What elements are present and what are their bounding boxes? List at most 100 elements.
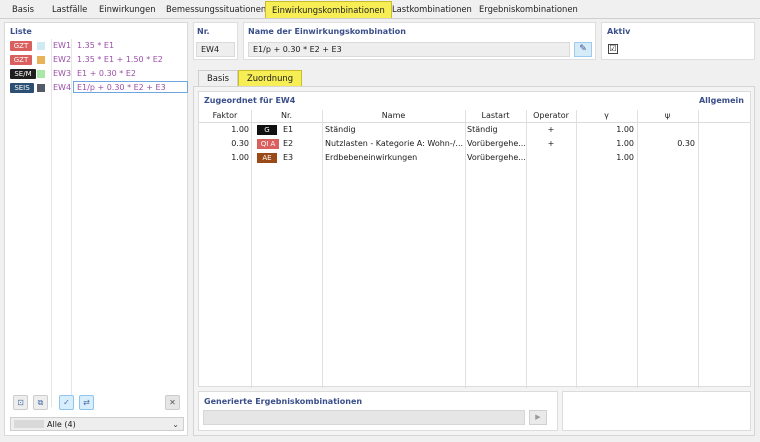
copy-item-icon: ⧉: [37, 398, 44, 407]
delete-button[interactable]: ✕: [165, 395, 180, 410]
list-divider: [51, 39, 52, 407]
name-cell: Ständig: [325, 125, 356, 134]
play-icon: ▶: [535, 413, 541, 421]
nr-box: Nr. EW4: [193, 22, 238, 60]
action-type-badge: G: [257, 125, 277, 135]
column-header-gamma: γ: [604, 111, 609, 120]
action-type-badge: QI A: [257, 139, 279, 149]
column-divider: [251, 110, 252, 388]
info-box: [562, 391, 751, 431]
psi-cell: [637, 124, 695, 136]
lastart-cell: Vorübergehe...: [467, 153, 525, 162]
list-item-ew3[interactable]: SE/M EW3 E1 + 0.30 * E2: [9, 68, 187, 80]
gamma-cell: 1.00: [616, 125, 634, 134]
list-item-expr: 1.35 * E1: [77, 41, 115, 50]
column-header-psi: ψ: [664, 111, 671, 120]
edit-icon: ✎: [579, 44, 587, 54]
aktiv-checkbox[interactable]: ☑: [608, 44, 618, 54]
column-header-operator: Operator: [533, 111, 569, 120]
tab-einwirkungskombinationen[interactable]: Einwirkungskombinationen: [265, 1, 392, 18]
column-header-name: Name: [381, 111, 406, 120]
generated-combinations-box: Generierte Ergebniskombinationen ▶: [198, 391, 558, 431]
tab-zuordnung[interactable]: Zuordnung: [238, 70, 303, 86]
factor-cell: 0.30: [231, 139, 249, 148]
assigned-title: Zugeordnet für EW4: [204, 96, 296, 105]
list-item-expr: E1/p + 0.30 * E2 + E3: [77, 83, 166, 92]
name-cell: Nutzlasten - Kategorie A: Wohn-/...: [325, 139, 463, 148]
list-item-code: EW4: [53, 83, 72, 92]
psi-cell: [637, 152, 695, 164]
nr-cell: E2: [283, 139, 294, 148]
filter-swatch: [14, 420, 44, 428]
generated-field[interactable]: [203, 410, 525, 425]
gzt-badge: GZT: [10, 41, 32, 51]
factor-cell: 1.00: [231, 153, 249, 162]
factor-cell: 1.00: [231, 125, 249, 134]
operator-cell: +: [547, 125, 555, 134]
list-item-expr: 1.35 * E1 + 1.50 * E2: [77, 55, 163, 64]
tab-lastkombinationen[interactable]: Lastkombinationen: [386, 1, 478, 18]
color-swatch: [37, 70, 45, 78]
gamma-cell: 1.00: [616, 153, 634, 162]
assignment-panel: Zugeordnet für EW4 Allgemein Faktor Nr. …: [193, 86, 755, 436]
name-cell: Erdbebeneinwirkungen: [325, 153, 418, 162]
tab-basis-inner[interactable]: Basis: [198, 70, 238, 86]
column-divider: [322, 110, 323, 388]
gamma-cell: 1.00: [616, 139, 634, 148]
filter-label: Alle (4): [47, 420, 76, 429]
tab-einwirkungen[interactable]: Einwirkungen: [93, 1, 162, 18]
list-item-ew4[interactable]: SEIS EW4 E1/p + 0.30 * E2 + E3: [9, 81, 188, 94]
tab-ergebniskombinationen[interactable]: Ergebniskombinationen: [473, 1, 584, 18]
copy-item-button[interactable]: ⧉: [33, 395, 48, 410]
operator-cell: [526, 152, 576, 164]
action-type-badge: AE: [257, 153, 277, 163]
lastart-cell: Vorübergehe...: [467, 139, 525, 148]
lastart-cell: Ständig: [467, 125, 498, 134]
generate-button[interactable]: ▶: [529, 410, 547, 425]
tab-lastfaelle[interactable]: Lastfälle: [46, 1, 93, 18]
column-header-lastart: Lastart: [481, 111, 510, 120]
delete-icon: ✕: [169, 398, 176, 407]
nr-cell: E3: [283, 153, 294, 162]
general-link[interactable]: Allgemein: [699, 96, 744, 105]
nr-field[interactable]: EW4: [196, 42, 235, 57]
check-toggle-button[interactable]: ⇄: [79, 395, 94, 410]
list-item-ew1[interactable]: GZT EW1 1.35 * E1: [9, 40, 187, 52]
new-item-button[interactable]: ⊡: [13, 395, 28, 410]
list-divider: [71, 39, 72, 407]
tab-bemessungssituationen[interactable]: Bemessungssituationen: [160, 1, 272, 18]
new-item-icon: ⊡: [17, 398, 24, 407]
aktiv-box: Aktiv ☑: [601, 22, 755, 60]
check-toggle-icon: ⇄: [83, 398, 90, 407]
list-item-expr: E1 + 0.30 * E2: [77, 69, 136, 78]
check-all-icon: ✓: [63, 398, 70, 407]
color-swatch: [37, 42, 45, 50]
gzt-badge: GZT: [10, 55, 32, 65]
list-item-code: EW2: [53, 55, 72, 64]
column-divider: [465, 110, 466, 388]
list-panel: Liste GZT EW1 1.35 * E1 GZT EW2 1.35 * E…: [4, 22, 188, 436]
name-field[interactable]: E1/p + 0.30 * E2 + E3: [248, 42, 570, 57]
assigned-box: Zugeordnet für EW4 Allgemein Faktor Nr. …: [198, 91, 751, 388]
seis-badge: SEIS: [10, 83, 34, 93]
list-item-ew2[interactable]: GZT EW2 1.35 * E1 + 1.50 * E2: [9, 54, 187, 66]
psi-cell: 0.30: [677, 139, 695, 148]
nr-cell: E1: [283, 125, 294, 134]
filter-dropdown[interactable]: Alle (4) ⌄: [10, 417, 184, 431]
tab-basis[interactable]: Basis: [6, 1, 40, 18]
list-item-code: EW3: [53, 69, 72, 78]
color-swatch: [37, 84, 45, 92]
operator-cell: +: [547, 139, 555, 148]
check-all-button[interactable]: ✓: [59, 395, 74, 410]
column-divider: [698, 110, 699, 388]
nr-label: Nr.: [197, 27, 210, 36]
column-header-faktor: Faktor: [212, 111, 238, 120]
name-label: Name der Einwirkungskombination: [248, 27, 406, 36]
list-title: Liste: [10, 27, 32, 36]
sem-badge: SE/M: [10, 69, 36, 79]
aktiv-label: Aktiv: [607, 27, 631, 36]
edit-button[interactable]: ✎: [574, 42, 592, 57]
top-tab-bar: Basis Lastfälle Einwirkungen Bemessungss…: [0, 0, 760, 19]
name-box: Name der Einwirkungskombination E1/p + 0…: [243, 22, 596, 60]
chevron-down-icon: ⌄: [172, 420, 179, 429]
